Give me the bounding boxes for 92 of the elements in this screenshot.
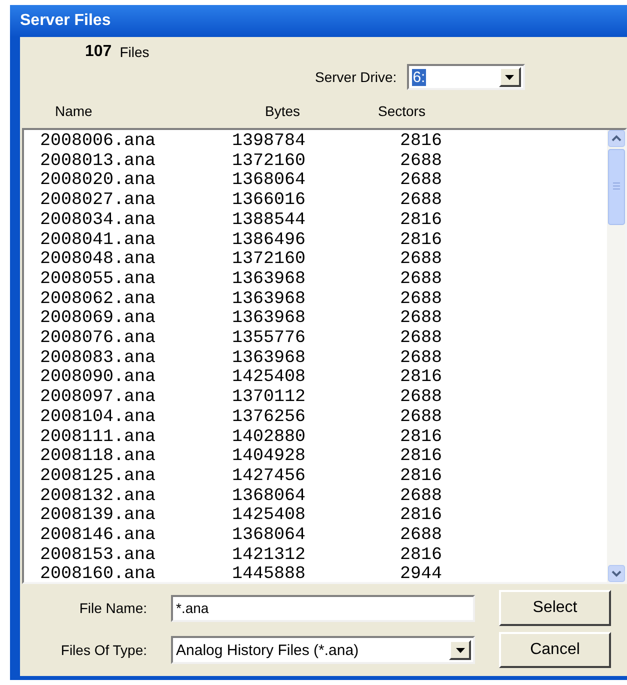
table-cell: 1421312: [232, 546, 306, 566]
table-cell: 1370112: [232, 388, 306, 408]
table-cell: 2008034.ana: [40, 210, 156, 231]
table-cell: 2008146.ana: [40, 526, 156, 546]
column-header: Sectors: [378, 103, 426, 119]
dropdown-arrow-icon: [456, 648, 464, 652]
table-cell: 1445888: [232, 565, 306, 582]
table-cell: 2008097.ana: [40, 388, 156, 408]
column-header: Bytes: [265, 103, 302, 119]
table-cell: 2816: [400, 368, 442, 388]
server-drive-label: Server Drive:: [315, 69, 397, 85]
table-cell: 1372160: [232, 250, 306, 270]
table-cell: 1376256: [232, 408, 306, 428]
table-cell: 2688: [400, 348, 442, 368]
dropdown-button[interactable]: [449, 640, 471, 660]
table-cell: 2816: [400, 506, 442, 526]
table-cell: 2816: [400, 546, 442, 566]
table-cell: 2688: [400, 270, 442, 290]
table-cell: 2008062.ana: [40, 290, 156, 310]
table-cell: 1363968: [232, 309, 306, 330]
table-cell: 2688: [400, 309, 442, 330]
table-cell: 2688: [400, 408, 442, 428]
table-cell: 2008069.ana: [40, 309, 156, 330]
table-cell: 1366016: [232, 191, 306, 211]
table-cell: 2008055.ana: [40, 270, 156, 290]
table-cell: 1355776: [232, 329, 306, 349]
table-cell: 2008006.ana: [40, 132, 156, 152]
dropdown-button[interactable]: [498, 67, 521, 87]
table-cell: 2816: [400, 230, 442, 250]
files-of-type-label: Files Of Type:: [60, 642, 147, 658]
table-cell: 1363968: [232, 270, 306, 290]
table-cell: 2688: [400, 329, 442, 349]
table-cell: 1368064: [232, 526, 306, 546]
table-cell: 2688: [400, 191, 442, 211]
table-cell: 2008111.ana: [40, 428, 156, 448]
dropdown-arrow-icon: [505, 74, 514, 80]
file-name-field[interactable]: *.ana: [171, 594, 475, 622]
table-cell: 2008020.ana: [40, 171, 156, 192]
table-cell: 1388544: [232, 210, 306, 231]
table-cell: 2008160.ana: [40, 565, 156, 582]
window-title: Server Files: [20, 12, 111, 30]
table-cell: 1402880: [232, 428, 306, 448]
table-cell: 2688: [400, 290, 442, 310]
table-cell: 2008118.ana: [40, 447, 156, 467]
scroll-down-button[interactable]: [608, 565, 624, 582]
scroll-up-button[interactable]: [608, 130, 624, 147]
table-cell: 1368064: [232, 171, 306, 192]
table-cell: 1398784: [232, 132, 306, 152]
file-type-dropdown[interactable]: Analog History Files (*.ana): [171, 636, 475, 664]
drive-dropdown[interactable]: 6:: [406, 64, 525, 90]
scrollbar[interactable]: [607, 130, 625, 582]
table-cell: 1425408: [232, 368, 306, 388]
table-cell: 1425408: [232, 506, 306, 526]
select-button[interactable]: Select: [499, 590, 611, 626]
table-cell: 2688: [400, 250, 442, 270]
table-cell: 2688: [400, 388, 442, 408]
files-label: Files: [120, 44, 150, 60]
table-cell: 2008048.ana: [40, 250, 156, 270]
table-cell: 2008027.ana: [40, 191, 156, 211]
table-cell: 2008013.ana: [40, 152, 156, 172]
table-cell: 2816: [400, 210, 442, 231]
table-cell: 1363968: [232, 348, 306, 368]
table-cell: 2008104.ana: [40, 408, 156, 428]
file-name-label: File Name:: [79, 600, 147, 616]
table-cell: 2816: [400, 428, 442, 448]
table-cell: 2816: [400, 132, 442, 152]
table-cell: 1386496: [232, 230, 306, 250]
table-cell: 2944: [400, 565, 442, 582]
table-cell: 2008139.ana: [40, 506, 156, 526]
table-cell: 2688: [400, 526, 442, 546]
table-cell: 2816: [400, 466, 442, 487]
cancel-button[interactable]: Cancel: [499, 632, 611, 668]
table-cell: 2008153.ana: [40, 546, 156, 566]
table-cell: 2688: [400, 152, 442, 172]
table-cell: 2008041.ana: [40, 230, 156, 250]
table-cell: 2008083.ana: [40, 348, 156, 368]
column-header: Name: [55, 103, 94, 119]
table-cell: 2688: [400, 171, 442, 192]
table-cell: 2688: [400, 486, 442, 506]
table-cell: 1372160: [232, 152, 306, 172]
file-list[interactable]: [22, 128, 627, 584]
table-cell: 2008125.ana: [40, 466, 156, 487]
scroll-thumb[interactable]: [608, 149, 624, 225]
table-cell: 1368064: [232, 486, 306, 506]
table-cell: 2008132.ana: [40, 486, 156, 506]
table-cell: 2816: [400, 447, 442, 467]
table-cell: 1404928: [232, 447, 306, 467]
file-count: 107: [85, 43, 112, 61]
table-cell: 2008076.ana: [40, 329, 156, 349]
table-cell: 1427456: [232, 466, 306, 487]
table-cell: 2008090.ana: [40, 368, 156, 388]
table-cell: 1363968: [232, 290, 306, 310]
